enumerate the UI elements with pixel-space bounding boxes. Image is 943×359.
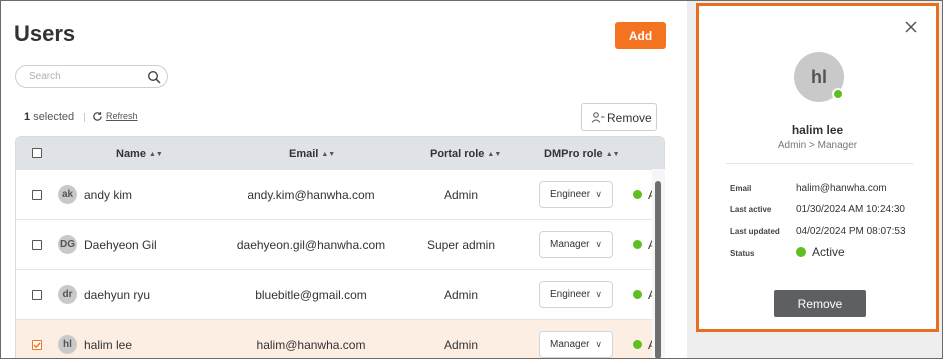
refresh-icon — [93, 112, 102, 121]
sort-icon[interactable]: ▲▼ — [487, 151, 501, 158]
remove-users-button[interactable]: Remove — [581, 103, 657, 131]
status-label: Status — [730, 249, 755, 258]
avatar: DG — [58, 235, 77, 254]
page-title: Users — [14, 21, 76, 46]
user-name: daehyun ryu — [84, 288, 151, 302]
user-email: andy.kim@hanwha.com — [247, 188, 375, 202]
remove-user-icon — [591, 112, 605, 123]
dmpro-role-select[interactable]: Engineer ∨ — [539, 181, 613, 208]
selected-number: 1 — [24, 111, 31, 123]
search-input[interactable]: Search — [15, 65, 168, 88]
dmpro-role-select[interactable]: Manager ∨ — [539, 231, 613, 258]
user-email: halim@hanwha.com — [256, 338, 366, 352]
portal-role: Admin — [443, 188, 478, 202]
user-name: andy kim — [84, 188, 133, 202]
table-header: Name ▲▼ Email ▲▼ Portal role ▲▼ DMPro role ▲… — [16, 137, 664, 170]
user-name: Daehyeon Gil — [84, 238, 157, 252]
last-active-label: Last active — [730, 205, 772, 214]
email-value: halim@hanwha.com — [796, 183, 887, 194]
chevron-down-icon: ∨ — [595, 339, 602, 349]
remove-user-button[interactable]: Remove — [774, 290, 866, 317]
user-email: bluebitle@gmail.com — [255, 288, 367, 302]
detail-user-name: halim lee — [791, 123, 844, 137]
status-dot — [633, 190, 642, 199]
table-row[interactable]: DG Daehyeon Gil daehyeon.gil@hanwha.com … — [16, 220, 664, 270]
row-checkbox[interactable] — [32, 190, 42, 200]
dmpro-role-select[interactable]: Engineer ∨ — [539, 281, 613, 308]
selection-count: 1 selected — [24, 111, 74, 123]
column-header-email[interactable]: Email ▲▼ — [289, 148, 335, 160]
users-main: Users Add Search 1 selected Refresh Remo… — [1, 1, 687, 358]
last-updated-label: Last updated — [730, 227, 780, 236]
column-header-portal-role[interactable]: Portal role ▲▼ — [430, 148, 501, 160]
user-detail-panel: hl halim lee Admin > Manager Email halim… — [696, 3, 939, 332]
refresh-link[interactable]: Refresh — [92, 111, 138, 122]
online-status-dot — [832, 88, 844, 100]
chevron-down-icon: ∨ — [595, 289, 602, 299]
status-dot — [633, 340, 642, 349]
avatar: hl — [58, 335, 77, 354]
users-table: Name ▲▼ Email ▲▼ Portal role ▲▼ DMPro role ▲… — [15, 136, 665, 358]
chevron-down-icon: ∨ — [595, 189, 602, 199]
last-updated-value: 04/02/2024 PM 08:07:53 — [796, 226, 906, 237]
column-header-dmpro-role[interactable]: DMPro role ▲▼ — [544, 148, 620, 160]
user-email: daehyeon.gil@hanwha.com — [236, 238, 386, 252]
divider — [726, 163, 913, 164]
row-checkbox-checked[interactable] — [32, 340, 42, 350]
detail-role-path: Admin > Manager — [777, 140, 858, 151]
status-dot — [796, 247, 806, 257]
sort-icon[interactable]: ▲▼ — [606, 151, 620, 158]
chevron-down-icon: ∨ — [595, 239, 602, 249]
refresh-label: Refresh — [106, 111, 138, 121]
last-active-value: 01/30/2024 AM 10:24:30 — [796, 204, 905, 215]
avatar: dr — [58, 285, 77, 304]
status-dot — [633, 290, 642, 299]
portal-role: Admin — [443, 338, 478, 352]
table-row[interactable]: ak andy kim andy.kim@hanwha.com Admin En… — [16, 170, 664, 220]
divider — [84, 113, 85, 122]
selected-label: selected — [33, 111, 75, 123]
scrollbar-thumb[interactable] — [655, 181, 661, 358]
status-dot — [633, 240, 642, 249]
status-value: Active — [812, 245, 845, 259]
avatar: ak — [58, 185, 77, 204]
table-row[interactable]: dr daehyun ryu bluebitle@gmail.com Admin… — [16, 270, 664, 320]
sort-icon[interactable]: ▲▼ — [321, 151, 335, 158]
portal-role: Admin — [443, 288, 478, 302]
sort-icon[interactable]: ▲▼ — [149, 151, 163, 158]
add-button[interactable]: Add — [615, 22, 666, 49]
dmpro-role-select[interactable]: Manager ∨ — [539, 331, 613, 358]
checkmark-icon — [33, 342, 41, 349]
search-placeholder: Search — [29, 71, 61, 82]
select-all-checkbox[interactable] — [32, 148, 42, 158]
table-row-selected[interactable]: hl halim lee halim@hanwha.com Admin Mana… — [16, 320, 664, 358]
row-checkbox[interactable] — [32, 290, 42, 300]
portal-role: Super admin — [426, 238, 496, 252]
row-checkbox[interactable] — [32, 240, 42, 250]
column-header-name[interactable]: Name ▲▼ — [116, 148, 163, 160]
close-icon[interactable] — [904, 20, 918, 34]
email-label: Email — [730, 184, 752, 193]
remove-users-label: Remove — [607, 111, 652, 125]
search-icon[interactable] — [147, 70, 161, 84]
user-name: halim lee — [84, 338, 133, 352]
